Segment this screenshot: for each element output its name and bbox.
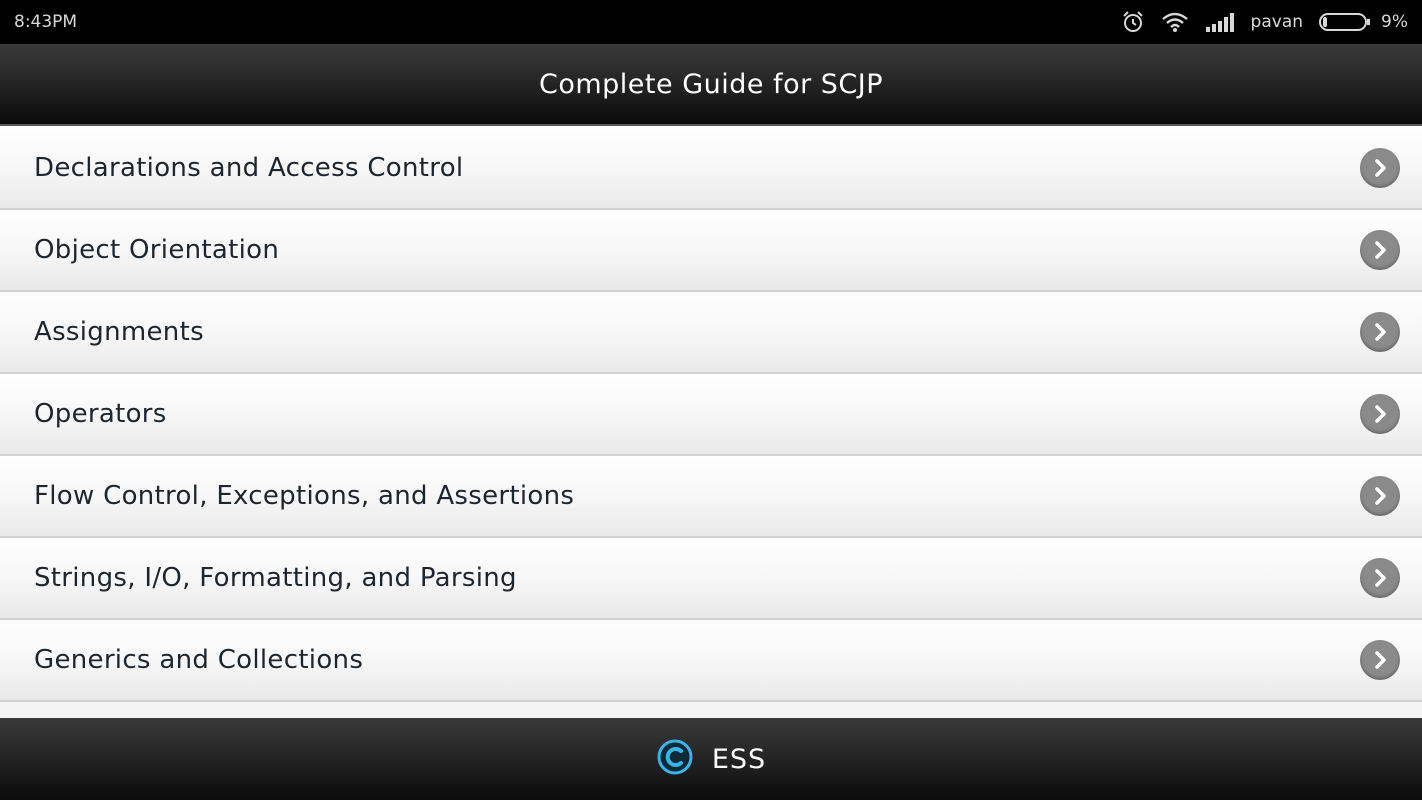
list-item-label: Flow Control, Exceptions, and Assertions [34, 481, 575, 511]
battery-percent: 9% [1381, 12, 1408, 32]
chevron-right-icon[interactable] [1360, 558, 1400, 598]
list-item-label: Declarations and Access Control [34, 153, 464, 183]
list-item-label: Generics and Collections [34, 645, 364, 675]
chevron-right-icon[interactable] [1360, 476, 1400, 516]
list-item-label: Operators [34, 399, 167, 429]
signal-icon [1205, 12, 1235, 32]
list-item[interactable]: Operators [0, 374, 1422, 456]
chevron-right-icon[interactable] [1360, 148, 1400, 188]
status-icons: pavan 9% [1121, 10, 1408, 34]
list-item-label: Object Orientation [34, 235, 280, 265]
wifi-icon [1161, 11, 1189, 33]
status-time: 8:43PM [14, 12, 78, 32]
battery: 9% [1319, 12, 1408, 32]
footer-bar: ESS [0, 718, 1422, 800]
status-bar: 8:43PM pavan 9% [0, 0, 1422, 44]
alarm-icon [1121, 10, 1145, 34]
list-item[interactable]: Flow Control, Exceptions, and Assertions [0, 456, 1422, 538]
chevron-right-icon[interactable] [1360, 312, 1400, 352]
copyright-logo-icon [656, 738, 694, 780]
page-title: Complete Guide for SCJP [538, 68, 884, 100]
topic-list: Declarations and Access Control Object O… [0, 128, 1422, 718]
battery-icon [1319, 12, 1371, 32]
footer-brand: ESS [711, 743, 767, 775]
carrier-name: pavan [1250, 12, 1304, 32]
list-item[interactable]: Strings, I/O, Formatting, and Parsing [0, 538, 1422, 620]
title-bar: Complete Guide for SCJP [0, 44, 1422, 126]
list-item[interactable]: Assignments [0, 292, 1422, 374]
chevron-right-icon[interactable] [1360, 394, 1400, 434]
chevron-right-icon[interactable] [1360, 230, 1400, 270]
list-item[interactable]: Object Orientation [0, 210, 1422, 292]
list-item-label: Strings, I/O, Formatting, and Parsing [34, 563, 517, 593]
list-item[interactable]: Declarations and Access Control [0, 128, 1422, 210]
list-item[interactable]: Generics and Collections [0, 620, 1422, 702]
chevron-right-icon[interactable] [1360, 640, 1400, 680]
list-item-label: Assignments [34, 317, 204, 347]
